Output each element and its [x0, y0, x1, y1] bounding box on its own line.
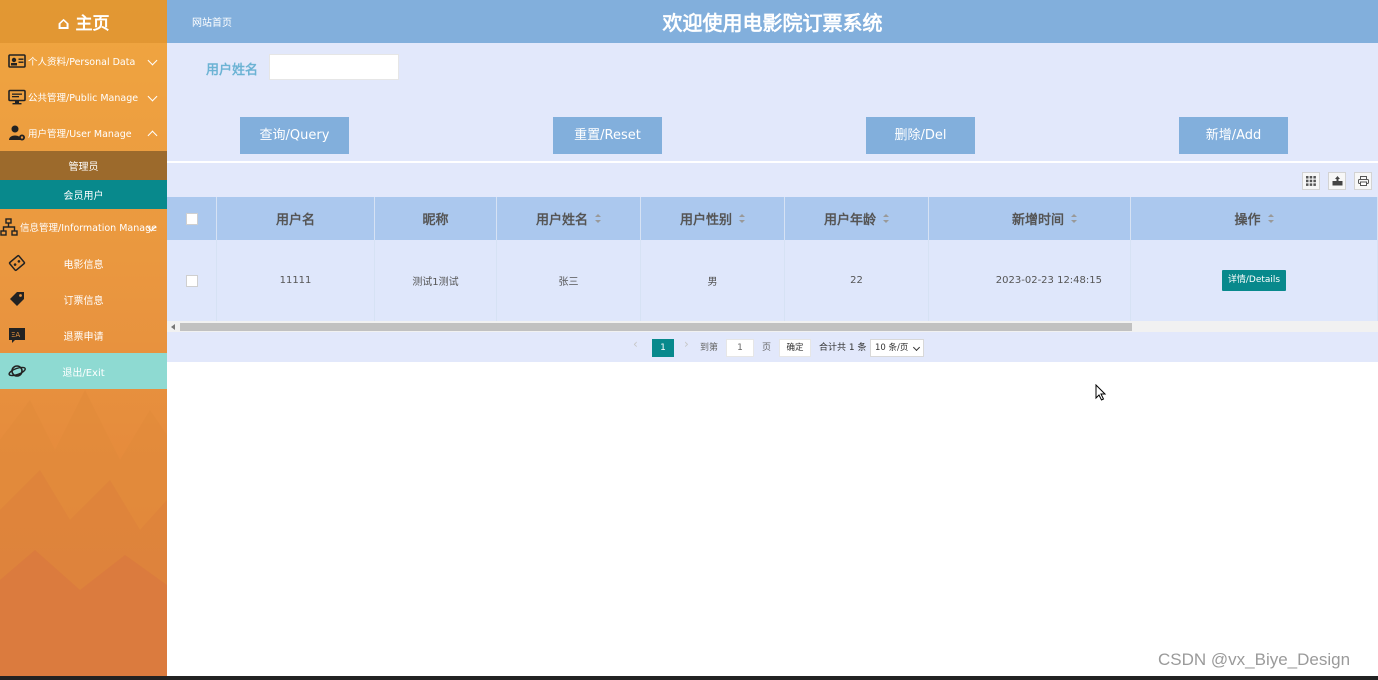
menu-personal-data[interactable]: 个人资料/Personal Data: [0, 43, 167, 79]
delete-button[interactable]: 删除/Del: [866, 117, 975, 154]
goto-label: 到第: [700, 343, 719, 353]
cell-username: 11111: [217, 240, 375, 321]
column-header-action-label: 操作: [1234, 213, 1261, 228]
home-link[interactable]: ⌂ 主页: [0, 0, 167, 43]
scroll-left-arrow-icon[interactable]: [171, 324, 175, 330]
chevron-up-icon: [147, 130, 158, 141]
row-select-cell: [167, 240, 217, 321]
bottom-border: [0, 676, 1378, 680]
columns-icon[interactable]: [1302, 172, 1320, 190]
pagination: ‹ 1 › 到第 1 页 确定 合计共 1 条 10 条/页: [167, 332, 1378, 362]
chevron-down-icon: [912, 343, 921, 352]
column-header-gender[interactable]: 用户性别: [641, 197, 785, 240]
search-input[interactable]: [269, 54, 399, 80]
chevron-down-icon: [147, 91, 158, 102]
menu-user-manage[interactable]: 用户管理/User Manage: [0, 115, 167, 151]
sidebar-item-member-user[interactable]: 会员用户: [0, 180, 167, 209]
horizontal-scrollbar[interactable]: [167, 321, 1378, 332]
id-card-icon: [8, 52, 26, 70]
top-header: 网站首页 欢迎使用电影院订票系统: [167, 0, 1378, 43]
goto-confirm-button[interactable]: 确定: [779, 339, 811, 357]
query-button[interactable]: 查询/Query: [240, 117, 349, 154]
total-count: 合计共 1 条: [819, 343, 867, 353]
page-size-value: 10 条/页: [875, 343, 909, 353]
cell-action: 详情/Details: [1131, 240, 1378, 321]
watermark: CSDN @vx_Biye_Design: [1158, 650, 1351, 669]
search-label: 用户姓名: [206, 63, 259, 78]
column-header-age-label: 用户年龄: [823, 213, 876, 228]
menu-user-manage-label: 用户管理/User Manage: [28, 129, 132, 140]
sidebar-item-refund-request-label: 退票申请: [63, 331, 104, 343]
goto-page-input[interactable]: 1: [726, 339, 754, 357]
sidebar-item-movie-info[interactable]: 电影信息: [0, 245, 167, 281]
menu-public-manage[interactable]: 公共管理/Public Manage: [0, 79, 167, 115]
print-icon[interactable]: [1354, 172, 1372, 190]
column-header-realname-label: 用户姓名: [535, 213, 588, 228]
sort-icon[interactable]: [739, 214, 745, 223]
column-header-gender-label: 用户性别: [679, 213, 732, 228]
menu-information-manage-label: 信息管理/Information Manage: [20, 223, 157, 234]
sidebar-item-admin[interactable]: 管理员: [0, 151, 167, 180]
monitor-icon: [8, 88, 26, 106]
menu-public-manage-label: 公共管理/Public Manage: [28, 93, 139, 104]
sidebar-item-refund-request[interactable]: ΞA 退票申请: [0, 317, 167, 353]
column-header-age[interactable]: 用户年龄: [785, 197, 929, 240]
column-header-action[interactable]: 操作: [1131, 197, 1378, 240]
column-header-nickname-label: 昵称: [422, 213, 449, 228]
add-button[interactable]: 新增/Add: [1179, 117, 1288, 154]
column-header-nickname[interactable]: 昵称: [375, 197, 497, 240]
reset-button[interactable]: 重置/Reset: [553, 117, 662, 154]
exit-button[interactable]: 退出/Exit: [0, 353, 167, 389]
select-all-checkbox[interactable]: [185, 212, 198, 225]
page-size-select[interactable]: 10 条/页: [870, 339, 924, 357]
details-button[interactable]: 详情/Details: [1221, 270, 1287, 291]
user-gear-icon: [8, 124, 26, 142]
mountain-background: [0, 390, 167, 680]
sidebar-item-booking-info-label: 订票信息: [63, 295, 104, 307]
column-header-username-label: 用户名: [275, 213, 315, 228]
next-page-icon[interactable]: ›: [684, 337, 689, 351]
column-header-realname[interactable]: 用户姓名: [497, 197, 641, 240]
sort-icon[interactable]: [883, 214, 889, 223]
page-unit-label: 页: [762, 343, 772, 353]
column-header-created[interactable]: 新增时间: [929, 197, 1131, 240]
sort-icon[interactable]: [595, 214, 601, 223]
cell-created: 2023-02-23 12:48:15: [929, 240, 1131, 321]
table-toolbar: [167, 163, 1378, 197]
sidebar: ⌂ 主页 个人资料/Personal Data 公共管理/Public Mana…: [0, 0, 167, 680]
page-number-current[interactable]: 1: [652, 339, 674, 357]
menu-personal-data-label: 个人资料/Personal Data: [28, 57, 136, 68]
cell-realname: 张三: [497, 240, 641, 321]
sidebar-item-booking-info[interactable]: 订票信息: [0, 281, 167, 317]
search-panel: 用户姓名 查询/Query 重置/Reset 删除/Del 新增/Add: [167, 43, 1378, 161]
sort-icon[interactable]: [1071, 214, 1077, 223]
data-table: 用户名 昵称 用户姓名 用户性别 用户年龄 新增时间 操作 11111 测试1测…: [167, 197, 1378, 321]
row-checkbox[interactable]: [185, 274, 198, 287]
sort-icon[interactable]: [1267, 214, 1274, 223]
header-select-all-cell: [167, 197, 217, 240]
mouse-cursor-icon: [1095, 384, 1107, 401]
export-icon[interactable]: [1328, 172, 1346, 190]
cell-gender: 男: [641, 240, 785, 321]
prev-page-icon[interactable]: ‹: [633, 337, 638, 351]
page-title: 欢迎使用电影院订票系统: [662, 11, 883, 35]
column-header-created-label: 新增时间: [1011, 213, 1064, 228]
scrollbar-thumb[interactable]: [180, 323, 1132, 331]
exit-label: 退出/Exit: [62, 367, 105, 379]
cell-nickname: 测试1测试: [375, 240, 497, 321]
column-header-username[interactable]: 用户名: [217, 197, 375, 240]
cell-age: 22: [785, 240, 929, 321]
chevron-down-icon: [147, 55, 158, 66]
menu-information-manage[interactable]: 信息管理/Information Manage: [0, 209, 167, 245]
sidebar-item-movie-info-label: 电影信息: [63, 259, 104, 271]
sitemap-icon: [0, 218, 18, 236]
